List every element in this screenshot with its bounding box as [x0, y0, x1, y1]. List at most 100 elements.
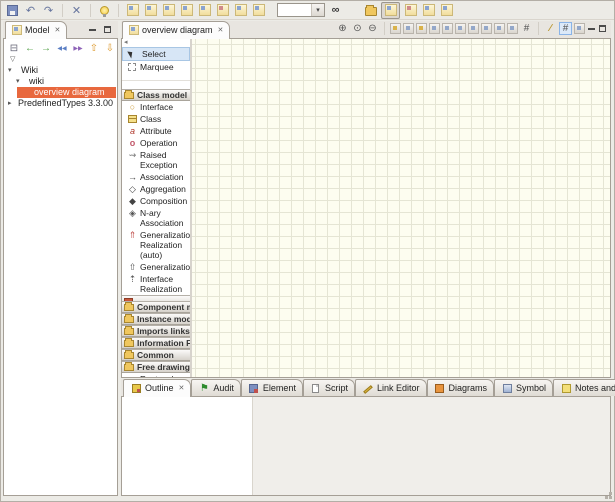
zoom-actual-button[interactable]: ⊙	[351, 22, 364, 35]
show-layers-button[interactable]	[574, 23, 585, 34]
diagram-canvas[interactable]	[192, 39, 610, 377]
new-state-diagram-button[interactable]	[197, 3, 212, 18]
tab-audit[interactable]: ⚑ Audit	[191, 379, 241, 396]
related-elements-right-button[interactable]: ▶▶	[72, 42, 84, 54]
perspective-modeling-button[interactable]	[381, 2, 400, 19]
palette-section-instance-model[interactable]: Instance model	[122, 313, 190, 325]
palette-item-interface[interactable]: ○ Interface	[122, 101, 190, 113]
expand-icon[interactable]: ▾	[16, 77, 20, 85]
search-combo[interactable]: ▾	[277, 3, 325, 17]
palette-item-interface-realization[interactable]: ⇡ Interface Realization	[122, 273, 190, 295]
palette-item-raised-exception[interactable]: ⇝ Raised Exception	[122, 149, 190, 171]
fit-to-window-button[interactable]	[429, 23, 440, 34]
tree-row-wiki-package[interactable]: ▾ wiki	[4, 76, 117, 87]
palette-section-information-flows[interactable]: Information Flo...	[122, 337, 190, 349]
align-left-button[interactable]	[442, 23, 453, 34]
save-diagram-button[interactable]	[403, 23, 414, 34]
new-package-diagram-button[interactable]	[143, 3, 158, 18]
perspective-diagram-button[interactable]	[439, 3, 454, 18]
palette-item-nary-association[interactable]: ◈ N-ary Association	[122, 207, 190, 229]
palette-item-operation[interactable]: o Operation	[122, 137, 190, 149]
tab-outline[interactable]: Outline ✕	[123, 379, 191, 396]
palette-item-attribute[interactable]: a Attribute	[122, 125, 190, 137]
export-image-button[interactable]	[416, 23, 427, 34]
pencil-edit-button[interactable]: ∕	[544, 22, 557, 35]
redo-button[interactable]: ↷	[41, 3, 56, 18]
smart-assistant-button[interactable]	[97, 3, 112, 18]
expand-icon[interactable]: ▸	[8, 99, 12, 107]
tab-overview-diagram[interactable]: overview diagram ✕	[122, 21, 230, 38]
minimize-button[interactable]	[88, 25, 97, 34]
align-top-button[interactable]	[468, 23, 479, 34]
navigate-forward-button[interactable]: →	[40, 42, 52, 54]
search-button[interactable]: ∞	[328, 3, 343, 18]
palette-section-label: Component mo...	[137, 302, 190, 312]
tab-diagrams[interactable]: Diagrams	[427, 379, 495, 396]
snap-to-grid-button[interactable]: #	[559, 22, 572, 35]
save-button[interactable]	[5, 3, 20, 18]
tab-notes-and-constraints[interactable]: Notes and constraints	[553, 379, 615, 396]
align-right-button[interactable]	[455, 23, 466, 34]
expand-icon[interactable]: ▾	[8, 66, 12, 74]
maximize-button[interactable]	[598, 24, 607, 33]
new-activity-diagram-button[interactable]	[215, 3, 230, 18]
perspective-development-button[interactable]	[403, 3, 418, 18]
close-icon[interactable]: ✕	[179, 384, 185, 392]
collapse-all-button[interactable]: ⊟	[8, 42, 20, 54]
new-deployment-diagram-button[interactable]	[233, 3, 248, 18]
palette-section-common[interactable]: Common	[122, 349, 190, 361]
new-sequence-diagram-button[interactable]	[179, 3, 194, 18]
open-perspective-button[interactable]	[363, 3, 378, 18]
perspective-analyst-button[interactable]	[421, 3, 436, 18]
align-bottom-button[interactable]	[481, 23, 492, 34]
zoom-in-button[interactable]: ⊕	[336, 22, 349, 35]
bottom-tab-label: Link Editor	[377, 383, 420, 393]
palette-section-imports-links[interactable]: Imports links	[122, 325, 190, 337]
palette-item-generalization[interactable]: ⇧ Generalization	[122, 261, 190, 273]
minimize-button[interactable]	[587, 24, 596, 33]
tab-model[interactable]: Model ✕	[5, 21, 67, 38]
palette-section-component-model[interactable]: Component mo...	[122, 301, 190, 313]
same-width-button[interactable]	[494, 23, 505, 34]
palette-tool-select[interactable]: Select	[122, 47, 190, 61]
tree-row-predefined-types[interactable]: ▸ PredefinedTypes 3.3.00	[4, 98, 117, 109]
same-height-button[interactable]	[507, 23, 518, 34]
hash-grid-button[interactable]: #	[520, 22, 533, 35]
combo-dropdown-arrow[interactable]: ▾	[311, 4, 324, 16]
tree-row-wiki-project[interactable]: ▾ Wiki	[4, 65, 117, 76]
palette-section-free-drawing[interactable]: Free drawing «	[122, 361, 190, 373]
palette-item-aggregation[interactable]: ◇ Aggregation	[122, 183, 190, 195]
view-menu-chevron[interactable]: ▽	[4, 55, 117, 65]
composition-icon: ◆	[127, 196, 138, 206]
palette-item-class[interactable]: Class	[122, 113, 190, 125]
maximize-button[interactable]	[103, 25, 112, 34]
navigate-back-button[interactable]: ←	[24, 42, 36, 54]
related-elements-left-button[interactable]: ◀◀	[56, 42, 68, 54]
resize-grip[interactable]	[609, 496, 612, 499]
tab-link-editor[interactable]: Link Editor	[355, 379, 427, 396]
close-icon[interactable]: ✕	[55, 26, 61, 34]
close-icon[interactable]: ✕	[218, 26, 224, 34]
tab-script[interactable]: Script	[303, 379, 355, 396]
palette-item-generalization-realization-auto[interactable]: ⇑ Generalizatio... Realization (auto)	[122, 229, 190, 261]
undo-button[interactable]: ↶	[23, 3, 38, 18]
move-up-button[interactable]: ⇧	[88, 42, 100, 54]
palette-collapse-arrow[interactable]: ◂	[122, 39, 190, 47]
palette-item-composition[interactable]: ◆ Composition	[122, 195, 190, 207]
palette-section-class-model[interactable]: Class model «	[122, 89, 190, 101]
tab-symbol[interactable]: Symbol	[494, 379, 553, 396]
modeling-perspective-icon	[385, 4, 397, 16]
palette-tool-marquee[interactable]: Marquee	[122, 61, 190, 73]
new-object-diagram-button[interactable]	[251, 3, 266, 18]
zoom-out-button[interactable]: ⊖	[366, 22, 379, 35]
palette-item-association[interactable]: → Association	[122, 171, 190, 183]
new-usecase-diagram-button[interactable]	[161, 3, 176, 18]
outline-view-content[interactable]	[122, 397, 253, 495]
crossed-tools-button[interactable]: ✕	[69, 3, 84, 18]
tab-element[interactable]: Element	[241, 379, 303, 396]
move-down-button[interactable]: ⇩	[104, 42, 116, 54]
print-button[interactable]	[390, 23, 401, 34]
tree-row-overview-diagram[interactable]: overview diagram	[4, 87, 117, 98]
palette-item-rectangle[interactable]: ▭ Rectangle	[122, 373, 190, 377]
new-class-diagram-button[interactable]	[125, 3, 140, 18]
